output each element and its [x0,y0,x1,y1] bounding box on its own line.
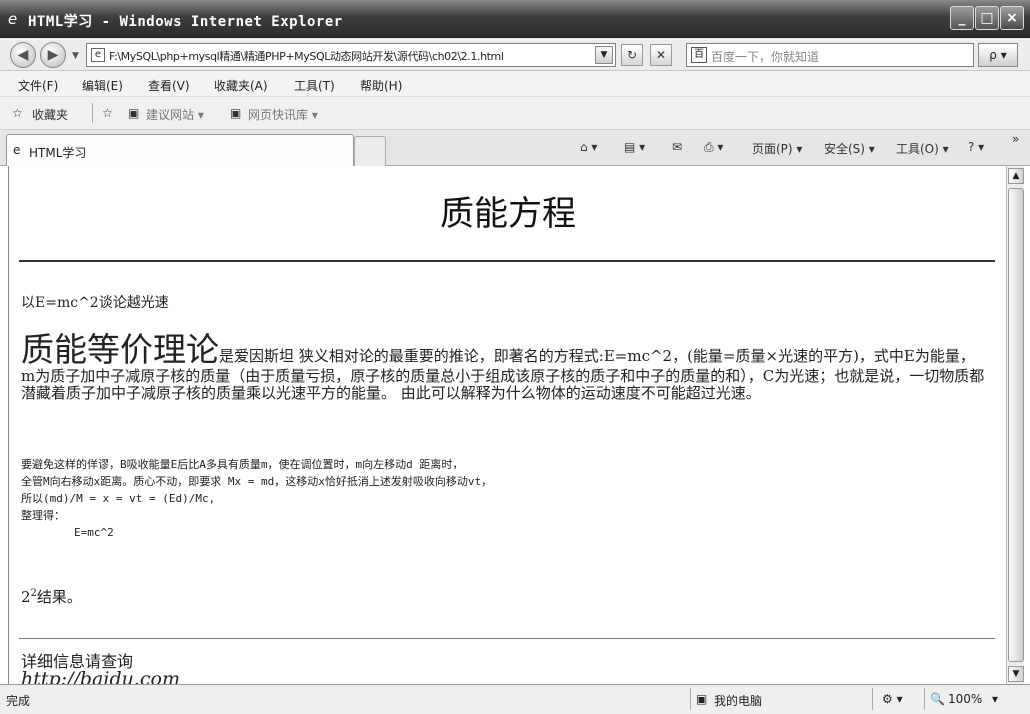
stop-button[interactable]: ✕ [650,44,672,66]
menu-edit[interactable]: 编辑(E) [82,77,123,94]
scrollbar-thumb[interactable] [1008,188,1024,662]
status-text: 完成 [6,694,31,708]
maximize-button[interactable]: □ [975,6,999,30]
search-input[interactable]: 百度一下，你就知道 [711,48,819,65]
favorites-button[interactable]: 收藏夹 [32,106,68,123]
page-menu-button[interactable]: 页面(P) ▾ [752,140,802,157]
close-button[interactable]: × [1000,6,1024,30]
address-url[interactable]: F:\MySQL\php+mysql精通\精通PHP+MySQL动态网站开发\源… [109,48,504,64]
read-mail-button[interactable]: ✉ [672,140,682,154]
favorites-star-icon: ☆ [12,106,23,120]
baidu-search-icon: 百 [691,47,707,63]
more-commands-button[interactable]: » [1012,132,1019,146]
minimize-button[interactable]: _ [950,6,974,30]
page-icon: e [91,48,105,62]
zoom-icon: 🔍 [930,692,945,706]
tab-html-learning[interactable]: e HTML学习 [6,134,354,166]
window-title-bar: e HTML学习 - Windows Internet Explorer _ □… [0,0,1030,38]
main-paragraph: 质能等价理论是爱因斯坦 狭义相对论的最重要的推论，即著名的方程式:E=mc^2，… [21,332,986,402]
tools-menu-button[interactable]: 工具(O) ▾ [896,140,949,157]
heading-rule [19,260,995,262]
scroll-up-arrow-icon[interactable]: ▲ [1008,168,1024,184]
status-divider [690,688,691,710]
big-term: 质能等价理论 [21,330,219,369]
vertical-scrollbar[interactable]: ▲ ▼ [1006,166,1024,684]
window-title: HTML学习 - Windows Internet Explorer [28,14,343,30]
home-button[interactable]: ⌂ ▾ [580,140,597,154]
search-box[interactable]: 百 百度一下，你就知道 [686,43,974,67]
status-divider [924,688,925,710]
tab-label: HTML学习 [29,146,87,160]
intro-text: 以E=mc^2谈论越光速 [21,295,169,311]
result-base: 2 [21,588,31,606]
ie-logo-icon: e [8,10,18,28]
page-heading: 质能方程 [440,194,576,234]
protected-mode-icon[interactable]: ⚙ ▾ [882,692,903,706]
address-bar[interactable]: e F:\MySQL\php+mysql精通\精通PHP+MySQL动态网站开发… [86,43,616,67]
zoom-level[interactable]: 100% [948,692,982,706]
preformatted-derivation: 要避免这样的佯谬，B吸收能量E后比A多具有质量m，使在调位置时，m向左移动d 距… [21,458,493,539]
feeds-button[interactable]: ▤ ▾ [624,140,645,154]
webslice-gallery-link[interactable]: 网页快讯库 ▾ [248,106,318,123]
forward-button[interactable]: ▶ [40,42,66,68]
menu-bar: 文件(F) 编辑(E) 查看(V) 收藏夹(A) 工具(T) 帮助(H) [0,71,1030,97]
menu-tools[interactable]: 工具(T) [294,77,335,94]
zoom-dropdown-icon[interactable]: ▾ [992,692,998,706]
tab-page-icon: e [13,143,21,157]
suggested-sites-icon: ▣ [128,106,140,120]
menu-help[interactable]: 帮助(H) [360,77,402,94]
security-zone: 我的电脑 [714,694,763,708]
menu-file[interactable]: 文件(F) [18,77,58,94]
favorites-bar: ☆ 收藏夹 ☆ ▣ 建议网站 ▾ ▣ 网页快讯库 ▾ [0,97,1030,130]
menu-favorites[interactable]: 收藏夹(A) [214,77,268,94]
new-tab-button[interactable] [354,136,386,166]
address-dropdown-icon[interactable]: ▼ [595,46,613,64]
safety-menu-button[interactable]: 安全(S) ▾ [824,140,875,157]
print-button[interactable]: ⎙ ▾ [704,140,723,155]
add-favorite-icon[interactable]: ☆ [102,106,113,120]
computer-zone-icon: ▣ [696,692,708,706]
back-button[interactable]: ◀ [10,42,36,68]
scroll-down-arrow-icon[interactable]: ▼ [1008,666,1024,682]
tab-command-bar: e HTML学习 ⌂ ▾ ▤ ▾ ✉ ⎙ ▾ 页面(P) ▾ 安全(S) ▾ 工… [0,130,1030,166]
footer-rule [19,638,995,639]
result-text: 结果。 [36,588,82,606]
recent-pages-dropdown-icon[interactable]: ▼ [72,51,79,61]
page-content: 质能方程 以E=mc^2谈论越光速 质能等价理论是爱因斯坦 狭义相对论的最重要的… [8,166,1006,684]
menu-view[interactable]: 查看(V) [148,77,190,94]
suggested-sites-link[interactable]: 建议网站 ▾ [146,106,204,123]
search-button[interactable]: ρ ▾ [978,43,1018,67]
help-menu-button[interactable]: ? ▾ [968,140,984,154]
status-divider [872,688,873,710]
favorites-divider [92,103,93,123]
webslice-icon: ▣ [230,106,242,120]
baidu-link[interactable]: http://baidu.com [21,668,180,684]
result-line: 22结果。 [21,586,82,607]
refresh-button[interactable]: ↻ [621,44,643,66]
address-toolbar: ◀ ▶ ▼ e F:\MySQL\php+mysql精通\精通PHP+MySQL… [0,38,1030,71]
status-bar: 完成 ▣ 我的电脑 ⚙ ▾ 🔍 100% ▾ [0,684,1030,714]
